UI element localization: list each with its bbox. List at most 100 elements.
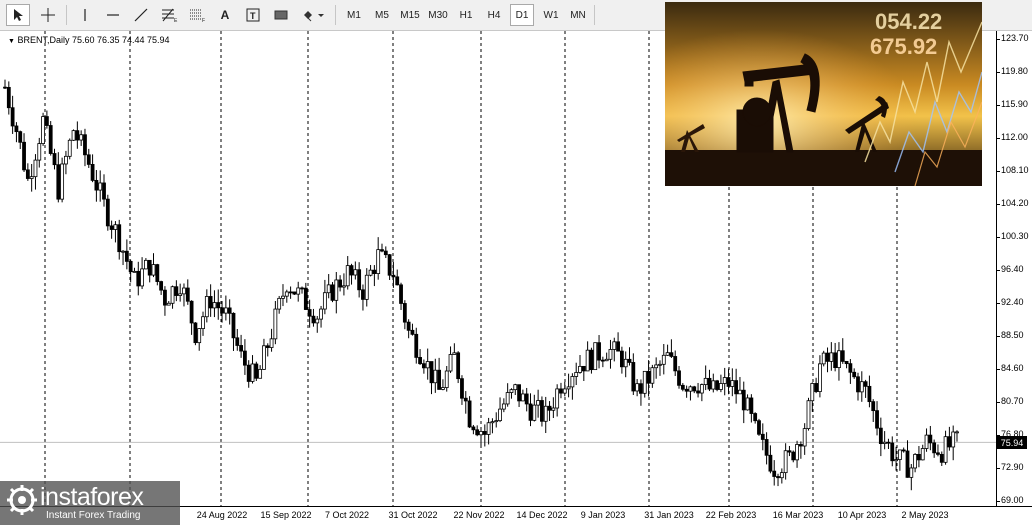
candle-body: [155, 264, 160, 282]
candlestick: [155, 263, 160, 286]
watermark-brand: instaforex: [40, 483, 144, 511]
candlestick: [204, 289, 209, 323]
trendline-icon[interactable]: [130, 4, 152, 26]
candle-body: [604, 358, 609, 362]
chart-menu-arrow-icon[interactable]: ▼: [8, 38, 15, 45]
candlestick: [399, 282, 403, 310]
candle-body: [182, 287, 186, 295]
candle-body: [243, 350, 247, 366]
candle-body: [402, 303, 407, 323]
candlestick: [764, 432, 769, 465]
crosshair-icon[interactable]: [36, 4, 60, 26]
timeframe-w1-button[interactable]: W1: [538, 4, 564, 26]
price-tick-mark: [997, 402, 1000, 404]
candle-body: [44, 116, 49, 126]
text-tool-icon[interactable]: A: [214, 4, 236, 26]
text-label-icon[interactable]: T: [242, 4, 264, 26]
candle-body: [368, 269, 373, 276]
vertical-line-icon[interactable]: [74, 4, 96, 26]
candlestick: [631, 353, 636, 395]
price-tick-mark: [997, 104, 1000, 106]
candle-body: [738, 389, 742, 395]
candlestick: [437, 357, 442, 390]
candlestick: [163, 286, 167, 316]
rectangle-icon[interactable]: [270, 4, 292, 26]
candle-body: [185, 287, 190, 302]
candlestick: [94, 170, 99, 202]
candle-body: [41, 116, 45, 144]
candle-body: [300, 287, 304, 290]
timeframe-m5-button[interactable]: M5: [370, 4, 394, 26]
candlestick: [837, 342, 841, 381]
candlestick: [501, 398, 506, 413]
fibonacci-icon[interactable]: E: [158, 4, 180, 26]
candlestick: [387, 253, 392, 280]
candlestick: [479, 427, 483, 446]
candle-body: [749, 397, 754, 414]
price-tick-mark: [997, 170, 1000, 172]
grid-tool-icon[interactable]: F: [186, 4, 208, 26]
shapes-dropdown-icon[interactable]: [298, 4, 328, 26]
candle-body: [562, 388, 567, 394]
candle-body: [292, 291, 297, 295]
candlestick: [71, 129, 76, 141]
candle-body: [578, 365, 582, 373]
price-scale[interactable]: 123.70 119.80 115.90 112.00 108.10 104.20 100.…: [996, 31, 1032, 506]
candle-body: [75, 130, 80, 141]
candle-body: [551, 407, 556, 411]
candle-body: [943, 436, 948, 463]
timeframe-h4-button[interactable]: H4: [482, 4, 506, 26]
candlestick: [121, 250, 125, 266]
candle-body: [779, 472, 784, 479]
candlestick: [147, 259, 152, 283]
candle-body: [772, 470, 777, 477]
candlestick: [231, 312, 236, 351]
candlestick: [143, 258, 148, 270]
candle-body: [303, 287, 308, 310]
candlestick: [292, 291, 297, 295]
candle-body: [399, 284, 403, 304]
candle-body: [882, 441, 887, 444]
candlestick: [14, 122, 19, 143]
candle-body: [555, 388, 560, 409]
candle-body: [425, 361, 430, 369]
candlestick: [402, 300, 407, 330]
candle-body: [452, 352, 457, 355]
candle-body: [696, 390, 700, 394]
price-tick-label: 123.70: [1001, 33, 1029, 43]
candle-body: [593, 342, 598, 371]
date-tick-label: 15 Sep 2022: [260, 510, 312, 520]
timeframe-m1-button[interactable]: M1: [342, 4, 366, 26]
candlestick: [281, 284, 285, 307]
candlestick: [593, 342, 598, 371]
cursor-icon[interactable]: [6, 4, 30, 26]
candlestick: [753, 412, 758, 424]
candlestick: [60, 157, 65, 203]
candle-body: [48, 125, 53, 154]
candlestick: [109, 220, 114, 239]
oil-pumpjack-photo: 054.22 675.92: [665, 2, 982, 186]
price-tick-mark: [997, 269, 1000, 271]
timeframe-h1-button[interactable]: H1: [454, 4, 478, 26]
candle-body: [345, 265, 350, 287]
timeframe-m30-button[interactable]: M30: [424, 4, 452, 26]
candlestick: [486, 417, 491, 445]
candlestick: [10, 95, 15, 134]
horizontal-line-icon[interactable]: [102, 4, 124, 26]
candle-body: [22, 141, 26, 171]
candle-body: [631, 362, 636, 392]
timeframe-m15-button[interactable]: M15: [396, 4, 424, 26]
candle-body: [642, 370, 647, 394]
candlestick: [787, 445, 792, 457]
price-tick-label: 115.90: [1001, 98, 1028, 109]
price-tick-mark: [997, 71, 1000, 73]
timeframe-d1-button[interactable]: D1: [510, 4, 534, 26]
candle-body: [753, 413, 758, 422]
timeframe-mn-button[interactable]: MN: [566, 4, 590, 26]
candlestick: [543, 396, 548, 434]
candle-body: [281, 295, 285, 299]
date-tick-label: 31 Jan 2023: [644, 510, 694, 520]
candlestick: [189, 300, 194, 335]
candlestick: [555, 384, 560, 417]
candlestick: [856, 372, 860, 401]
